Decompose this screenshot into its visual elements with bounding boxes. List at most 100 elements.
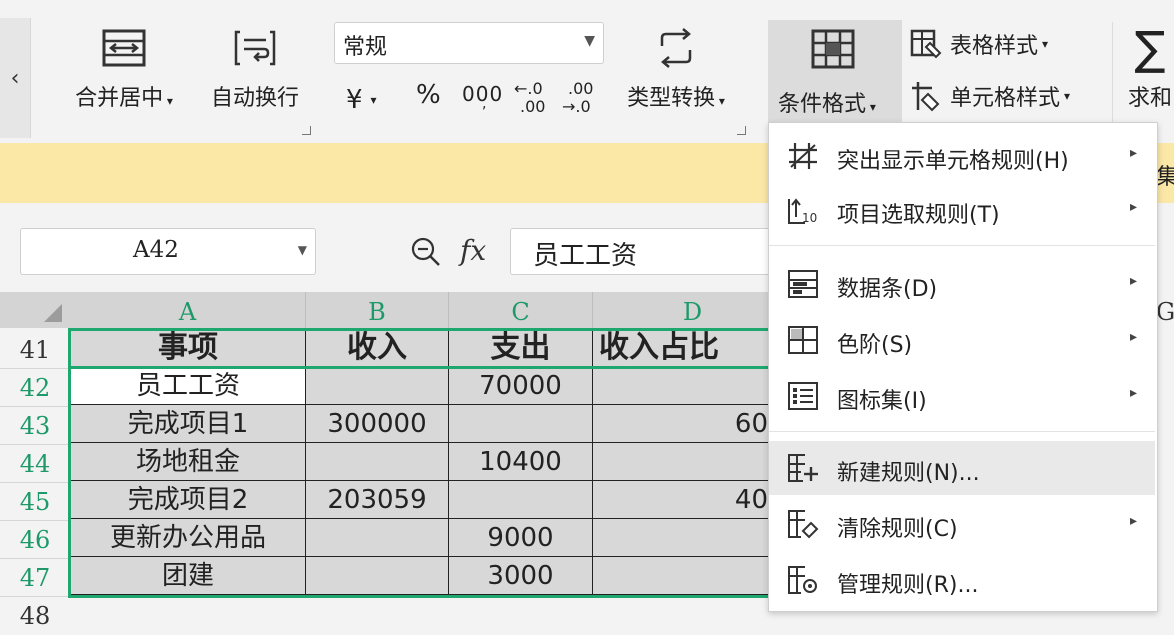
table-cell[interactable]: 10400 xyxy=(449,443,593,481)
name-box[interactable]: A42 ▼ xyxy=(20,228,316,275)
row-header[interactable]: 41 xyxy=(0,331,70,369)
table-cell[interactable]: 300000 xyxy=(306,405,449,443)
auto-wrap-button[interactable]: 自动换行 xyxy=(200,28,310,112)
header-cell[interactable]: 支出 xyxy=(449,329,593,367)
row-header[interactable]: 42 xyxy=(0,369,70,407)
table-cell[interactable]: 40 xyxy=(593,481,769,519)
formula-content: 员工工资 xyxy=(533,241,638,271)
column-header-a[interactable]: A xyxy=(70,292,306,328)
merge-center-button[interactable]: 合并居中 ▾ xyxy=(62,28,186,112)
merge-cells-icon xyxy=(102,29,146,67)
table-cell[interactable]: 团建 xyxy=(71,557,306,595)
table-cell[interactable]: 更新办公用品 xyxy=(71,519,306,557)
data-bars-icon xyxy=(788,270,818,298)
table-cell[interactable] xyxy=(306,557,449,595)
decrease-decimal-icon-top: .00 xyxy=(568,79,594,98)
row-header[interactable]: 43 xyxy=(0,407,70,445)
sum-button[interactable]: ∑ 求和 xyxy=(1128,24,1172,112)
menu-separator xyxy=(769,245,1155,246)
table-cell[interactable]: 70000 xyxy=(449,367,593,405)
increase-decimal-icon-bottom: .00 xyxy=(520,97,546,116)
cell-style-button[interactable]: 单元格样式 ▾ xyxy=(910,80,1070,112)
currency-button[interactable]: ¥ ▾ xyxy=(346,80,377,120)
convert-arrows-icon xyxy=(660,28,692,68)
svg-text:10: 10 xyxy=(802,211,817,225)
table-cell[interactable] xyxy=(306,367,449,405)
zoom-formula-icon[interactable] xyxy=(410,236,442,268)
increase-decimal-button[interactable]: ←.0 .00 xyxy=(514,80,545,116)
column-header-b[interactable]: B xyxy=(306,292,449,328)
chevron-down-icon: ▾ xyxy=(1064,89,1071,103)
table-cell[interactable] xyxy=(306,443,449,481)
table-cell[interactable] xyxy=(449,405,593,443)
number-format-value: 常规 xyxy=(343,35,388,60)
decrease-decimal-icon-bottom: →.0 xyxy=(562,97,591,116)
cell-style-icon xyxy=(912,82,940,112)
submenu-arrow-icon: ▸ xyxy=(1129,145,1137,161)
select-all-corner[interactable] xyxy=(0,292,70,328)
menu-item-new-rule[interactable]: 新建规则(N)... xyxy=(769,441,1155,495)
submenu-arrow-icon: ▸ xyxy=(1129,385,1137,401)
row-header[interactable]: 48 xyxy=(0,597,70,635)
table-cell[interactable]: 完成项目2 xyxy=(71,481,306,519)
table-cell[interactable] xyxy=(593,443,769,481)
decrease-decimal-button[interactable]: .00 →.0 xyxy=(562,80,593,116)
conditional-format-label: 条件格式 xyxy=(778,92,867,117)
row-header[interactable]: 47 xyxy=(0,559,70,597)
cell-style-label: 单元格样式 xyxy=(950,86,1061,111)
table-cell[interactable]: 场地租金 xyxy=(71,443,306,481)
table-cell[interactable]: 9000 xyxy=(449,519,593,557)
chevron-down-icon: ▼ xyxy=(584,33,595,49)
header-cell[interactable]: 收入 xyxy=(306,329,449,367)
menu-item-data-bars[interactable]: 数据条(D) ▸ xyxy=(769,259,1155,309)
table-cell-active[interactable]: 员工工资 xyxy=(71,367,306,405)
table-style-button[interactable]: 表格样式 ▾ xyxy=(910,28,1048,60)
increase-decimal-icon-top: ←.0 xyxy=(514,79,543,98)
percent-icon: % xyxy=(416,80,441,110)
table-style-label: 表格样式 xyxy=(950,34,1039,59)
table-cell[interactable] xyxy=(593,367,769,405)
type-convert-label: 类型转换 xyxy=(627,86,716,111)
wrap-text-icon xyxy=(234,30,276,66)
ribbon-scroll-left-button[interactable]: ‹ xyxy=(0,18,31,138)
menu-item-icon-sets[interactable]: 图标集(I) ▸ xyxy=(769,371,1155,421)
type-convert-button[interactable]: 类型转换 ▾ xyxy=(614,28,738,112)
conditional-format-menu: 突出显示单元格规则(H) ▸ 10 项目选取规则(T) ▸ 数据条(D) ▸ 色… xyxy=(768,122,1158,612)
menu-item-manage-rules[interactable]: 管理规则(R)... xyxy=(769,555,1155,605)
menu-item-label: 数据条(D) xyxy=(837,277,938,302)
menu-item-clear-rules[interactable]: 清除规则(C) ▸ xyxy=(769,499,1155,549)
column-header-g[interactable]: G xyxy=(1156,292,1174,328)
number-format-dialog-launcher-icon[interactable] xyxy=(737,126,746,135)
manage-rules-icon xyxy=(788,566,817,594)
thousands-separator-button[interactable]: 000, xyxy=(462,82,503,112)
row-header[interactable]: 44 xyxy=(0,445,70,483)
table-cell[interactable] xyxy=(593,557,769,595)
table-cell[interactable]: 完成项目1 xyxy=(71,405,306,443)
menu-item-highlight-rules[interactable]: 突出显示单元格规则(H) ▸ xyxy=(769,131,1155,181)
data-grid: 事项 收入 支出 收入占比 员工工资 70000 完成项目1 300000 60… xyxy=(70,328,770,598)
currency-icon: ¥ xyxy=(346,85,363,115)
table-cell[interactable] xyxy=(306,519,449,557)
table-cell[interactable]: 60 xyxy=(593,405,769,443)
table-cell[interactable]: 203059 xyxy=(306,481,449,519)
auto-wrap-label: 自动换行 xyxy=(210,86,299,111)
header-cell[interactable]: 收入占比 xyxy=(593,329,769,367)
fx-icon[interactable]: fx xyxy=(460,234,486,267)
row-header[interactable]: 45 xyxy=(0,483,70,521)
table-cell[interactable] xyxy=(449,481,593,519)
menu-item-color-scales[interactable]: 色阶(S) ▸ xyxy=(769,315,1155,365)
formula-input[interactable]: 员工工资 xyxy=(510,228,810,275)
name-box-value: A42 xyxy=(133,237,179,263)
table-cell[interactable]: 3000 xyxy=(449,557,593,595)
column-header-d[interactable]: D xyxy=(593,292,793,328)
menu-item-top-bottom-rules[interactable]: 10 项目选取规则(T) ▸ xyxy=(769,185,1155,235)
color-scales-icon xyxy=(788,326,818,354)
number-format-select[interactable]: 常规 ▼ xyxy=(334,22,604,64)
header-cell[interactable]: 事项 xyxy=(71,329,306,367)
percent-button[interactable]: % xyxy=(416,80,441,110)
submenu-arrow-icon: ▸ xyxy=(1129,329,1137,345)
table-cell[interactable] xyxy=(593,519,769,557)
alignment-dialog-launcher-icon[interactable] xyxy=(302,126,311,135)
row-header[interactable]: 46 xyxy=(0,521,70,559)
column-header-c[interactable]: C xyxy=(449,292,593,328)
